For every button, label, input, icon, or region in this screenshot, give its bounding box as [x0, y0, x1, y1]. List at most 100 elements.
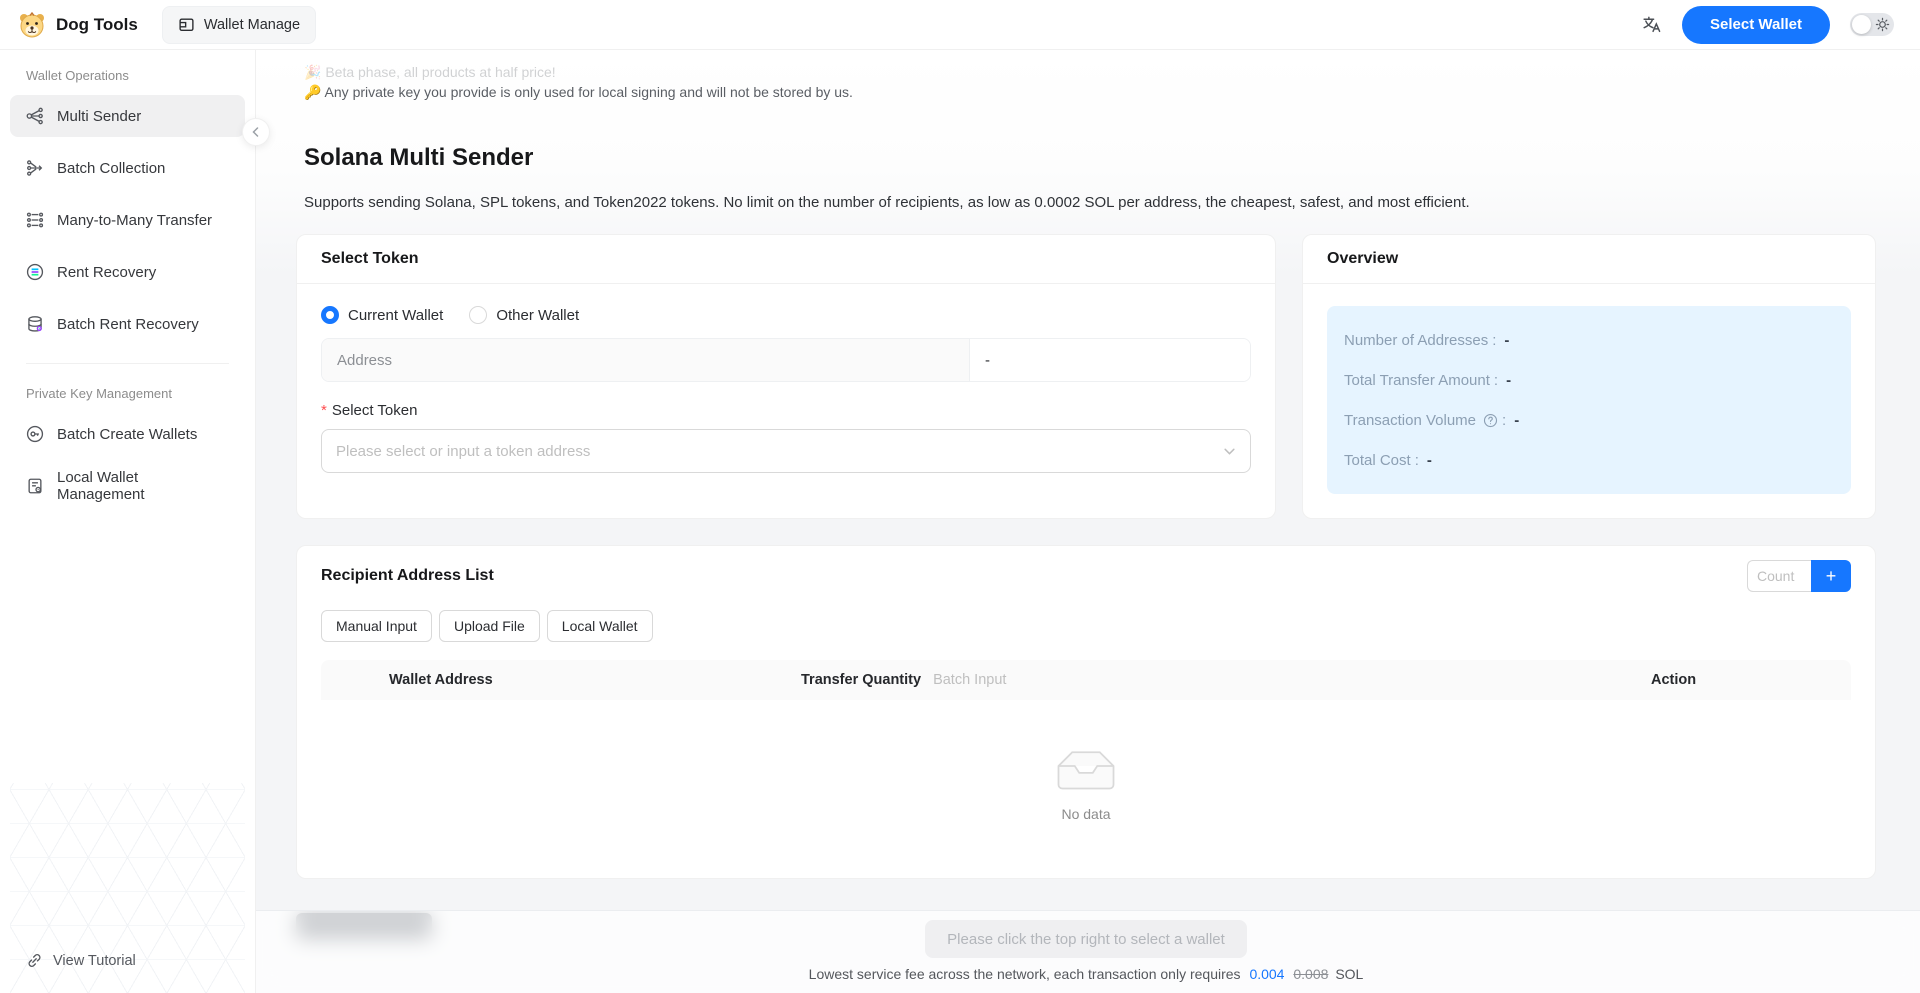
local-wallet-management-icon [26, 477, 44, 495]
address-field-label: Address [322, 339, 970, 381]
bottom-action-bar: Please click the top right to select a w… [256, 910, 1920, 993]
notice-marquee: 🎉 Beta phase, all products at half price… [296, 50, 1876, 102]
count-input[interactable] [1747, 560, 1811, 592]
brand: Dog Tools [18, 11, 138, 39]
overview-row-number-of-addresses: Number of Addresses : - [1327, 320, 1851, 360]
batch-input[interactable] [933, 672, 1153, 688]
overview-row-transaction-volume: Transaction Volume : [1327, 400, 1851, 440]
sidebar-item-batch-rent-recovery[interactable]: Batch Rent Recovery [10, 303, 245, 345]
radio-unselected-icon [469, 306, 487, 324]
fee-line: Lowest service fee across the network, e… [296, 966, 1876, 982]
overview-colon: : [1494, 372, 1498, 389]
view-tutorial-link[interactable]: View Tutorial [26, 952, 229, 969]
empty-box-icon [1045, 746, 1127, 796]
sidebar-item-label: Batch Rent Recovery [57, 316, 199, 333]
overview-label: Total Transfer Amount [1344, 372, 1490, 389]
overview-label: Number of Addresses [1344, 332, 1488, 349]
address-field-value: - [970, 339, 1250, 381]
sidebar-item-multi-sender[interactable]: Multi Sender [10, 95, 245, 137]
sidebar-item-batch-collection[interactable]: Batch Collection [10, 147, 245, 189]
overview-row-total-transfer-amount: Total Transfer Amount : - [1327, 360, 1851, 400]
theme-toggle[interactable] [1850, 13, 1894, 36]
translate-icon[interactable] [1641, 14, 1662, 35]
tab-upload-file[interactable]: Upload File [439, 610, 540, 642]
sidebar-item-rent-recovery[interactable]: Rent Recovery [10, 251, 245, 293]
radio-selected-icon [321, 306, 339, 324]
empty-state: No data [297, 700, 1875, 878]
sidebar-item-many-to-many-transfer[interactable]: Many-to-Many Transfer [10, 199, 245, 241]
main-content: 🎉 Beta phase, all products at half price… [256, 50, 1920, 993]
sidebar-collapse-button[interactable] [242, 118, 270, 146]
sidebar-item-label: Multi Sender [57, 108, 141, 125]
overview-value: - [1506, 372, 1511, 389]
sidebar-divider [26, 363, 229, 364]
overview-value: - [1427, 452, 1432, 469]
topbar-right: Select Wallet [1641, 6, 1894, 44]
overview-colon: : [1502, 412, 1506, 429]
multi-sender-icon [26, 107, 44, 125]
tab-manual-input[interactable]: Manual Input [321, 610, 432, 642]
token-select[interactable]: Please select or input a token address [321, 429, 1251, 473]
wallet-manage-label: Wallet Manage [204, 17, 300, 33]
sidebar-item-local-wallet-management[interactable]: Local Wallet Management [10, 465, 245, 507]
sidebar-footer: View Tutorial [10, 932, 245, 993]
fee-unit: SOL [1335, 966, 1363, 982]
recipient-address-card: Recipient Address List + Manual Input Up… [296, 545, 1876, 879]
wallet-manage-button[interactable]: Wallet Manage [162, 6, 316, 44]
fee-text-prefix: Lowest service fee across the network, e… [809, 966, 1241, 982]
token-select-placeholder: Please select or input a token address [336, 443, 1223, 460]
token-field-label-row: * Select Token [321, 402, 1251, 419]
address-field: Address - [321, 338, 1251, 382]
overview-card: Overview Number of Addresses : - Total T… [1302, 234, 1876, 519]
sidebar: Wallet Operations Multi Sender [0, 50, 256, 993]
overview-value: - [1514, 412, 1519, 429]
empty-state-text: No data [1061, 806, 1110, 822]
overview-label: Total Cost [1344, 452, 1411, 469]
sidebar-group-wallet-operations: Wallet Operations [10, 64, 245, 95]
sidebar-item-label: Batch Create Wallets [57, 426, 197, 443]
count-add-group: + [1747, 560, 1851, 592]
select-wallet-button[interactable]: Select Wallet [1682, 6, 1830, 44]
overview-panel: Number of Addresses : - Total Transfer A… [1327, 306, 1851, 494]
input-mode-tabs: Manual Input Upload File Local Wallet [297, 596, 1875, 642]
batch-collection-icon [26, 159, 44, 177]
transfer-quantity-label: Transfer Quantity [801, 672, 921, 688]
chevron-left-icon [250, 126, 262, 138]
radio-label: Current Wallet [348, 307, 443, 324]
notice-line-privacy: 🔑 Any private key you provide is only us… [304, 83, 1876, 102]
many-to-many-icon [26, 211, 44, 229]
tab-local-wallet[interactable]: Local Wallet [547, 610, 653, 642]
fee-current-value: 0.004 [1249, 966, 1284, 982]
column-transfer-quantity: Transfer Quantity [801, 672, 1651, 688]
sidebar-item-batch-create-wallets[interactable]: Batch Create Wallets [10, 413, 245, 455]
fee-original-value: 0.008 [1293, 966, 1328, 982]
overview-colon: : [1492, 332, 1496, 349]
sun-icon [1875, 17, 1890, 35]
wallet-source-radio-group: Current Wallet Other Wallet [321, 306, 1251, 324]
brand-name: Dog Tools [56, 15, 138, 35]
app-root: Dog Tools Wallet Manage Select Wallet [0, 0, 1920, 993]
select-token-card: Select Token Current Wallet Other Wallet [296, 234, 1276, 519]
add-rows-button[interactable]: + [1811, 560, 1851, 592]
batch-create-wallets-icon [26, 425, 44, 443]
shell: Wallet Operations Multi Sender [0, 50, 1920, 993]
view-tutorial-label: View Tutorial [53, 953, 136, 969]
token-field-label: Select Token [332, 402, 418, 419]
select-token-card-title: Select Token [297, 235, 1275, 284]
wallet-icon [178, 16, 195, 33]
column-wallet-address: Wallet Address [389, 672, 801, 688]
question-circle-icon[interactable] [1483, 413, 1498, 428]
overview-label: Transaction Volume [1344, 412, 1476, 429]
batch-rent-recovery-icon [26, 315, 44, 333]
recipient-card-header: Recipient Address List + [297, 546, 1875, 596]
page-description: Supports sending Solana, SPL tokens, and… [304, 192, 1876, 214]
sidebar-item-label: Rent Recovery [57, 264, 156, 281]
select-wallet-hint-button[interactable]: Please click the top right to select a w… [925, 920, 1247, 958]
theme-toggle-knob [1852, 15, 1871, 34]
overview-colon: : [1415, 452, 1419, 469]
radio-current-wallet[interactable]: Current Wallet [321, 306, 443, 324]
sidebar-item-label: Local Wallet Management [57, 469, 229, 503]
notice-line-promo: 🎉 Beta phase, all products at half price… [304, 63, 1876, 82]
radio-other-wallet[interactable]: Other Wallet [469, 306, 579, 324]
required-mark: * [321, 403, 327, 418]
